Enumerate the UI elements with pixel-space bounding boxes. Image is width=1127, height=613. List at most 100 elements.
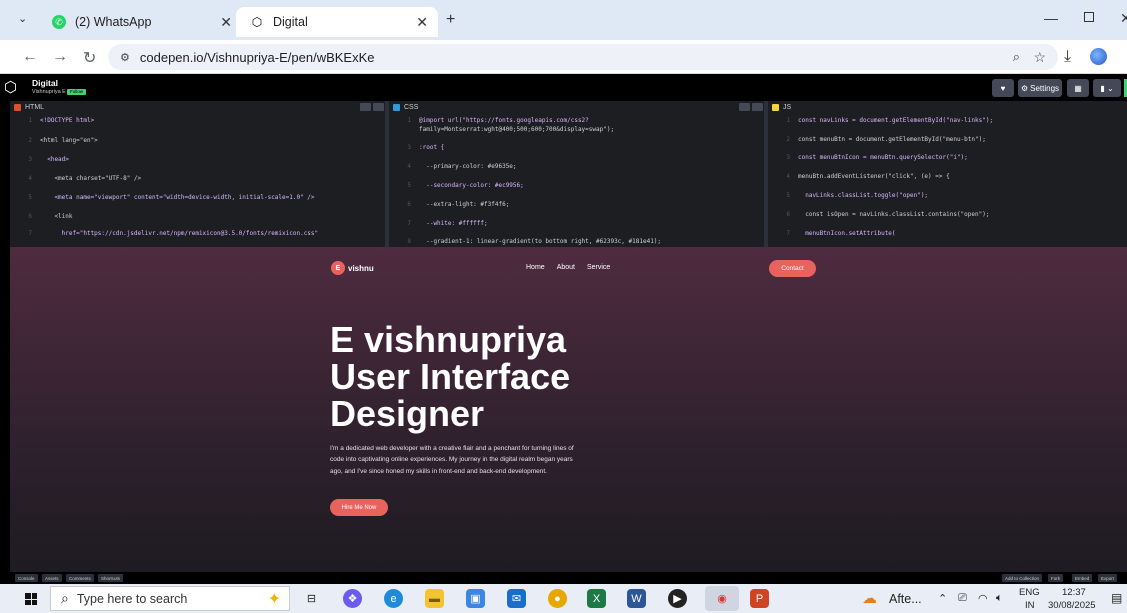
nav-service[interactable]: Service — [587, 264, 610, 271]
minimize-icon[interactable]: — — [1044, 10, 1058, 26]
close-window-icon[interactable]: ✕ — [1120, 10, 1127, 27]
export-button[interactable]: Export — [1098, 574, 1118, 582]
search-placeholder: Type here to search — [76, 591, 188, 606]
embed-button[interactable]: Embed — [1072, 574, 1093, 582]
code-line: 6 <link — [10, 213, 73, 220]
line-number: 4 — [786, 173, 790, 180]
whatsapp-icon: ✆ — [52, 15, 66, 29]
zoom-icon[interactable]: ⌕ — [1013, 49, 1020, 65]
js-pane-title: JS — [783, 103, 792, 111]
powerpoint-icon[interactable]: P — [750, 589, 769, 608]
code-text: --secondary-color: #ec9956; — [419, 182, 524, 189]
js-pane[interactable]: JS 1 const navLinks = document.getElement… — [768, 101, 1127, 247]
forward-icon[interactable]: → — [52, 48, 68, 66]
comments-button[interactable]: Comments — [66, 574, 94, 582]
heart-button[interactable]: ♥ — [992, 79, 1014, 97]
line-number: 1 — [28, 117, 32, 124]
js-icon — [772, 103, 779, 111]
code-line: 1 @import url("https://fonts.googleapis.c… — [389, 117, 589, 124]
site-logo[interactable]: E vishnu — [331, 261, 374, 275]
chrome-icon[interactable]: ● — [548, 589, 567, 608]
code-text: const navLinks = document.getElementById… — [798, 117, 994, 124]
console-button[interactable]: Console — [15, 574, 38, 582]
tray-device-icon[interactable]: ⎚ — [958, 592, 967, 605]
code-text: const menuBtn = document.getElementById(… — [798, 136, 986, 143]
code-line: 6 const isOpen = navLinks.classList.cont… — [768, 211, 989, 218]
media-player-icon[interactable]: ▶ — [668, 589, 687, 608]
code-text: <link — [40, 213, 73, 220]
weather-icon[interactable]: ☁ — [862, 589, 877, 607]
reload-icon[interactable]: ↻ — [83, 48, 96, 68]
code-text: @import url("https://fonts.googleapis.co… — [419, 117, 589, 124]
store-icon[interactable]: ▣ — [466, 589, 485, 608]
back-icon[interactable]: ← — [22, 48, 38, 66]
line-number: 2 — [28, 137, 32, 144]
windows-start-icon[interactable] — [25, 593, 37, 605]
code-line: 8 --gradient-1: linear-gradient(to botto… — [389, 238, 661, 245]
pane-settings-icon[interactable] — [739, 103, 750, 111]
code-editors: HTML 1 <!DOCTYPE html> 2 <html lang="en"> 3 … — [10, 101, 1127, 247]
logo-text: vishnu — [348, 263, 374, 273]
hero-paragraph: I'm a dedicated web developer with a cre… — [330, 445, 574, 475]
hire-me-button[interactable]: Hire Me Now — [330, 499, 388, 516]
contact-button[interactable]: Contact — [769, 260, 816, 277]
settings-button[interactable]: ⚙ Settings — [1018, 79, 1062, 97]
code-text: --white: #ffffff; — [419, 220, 488, 227]
download-icon[interactable]: ⤓ — [1064, 48, 1071, 66]
weather-text[interactable]: Afte... — [889, 592, 922, 606]
pen-title[interactable]: Digital — [32, 78, 58, 88]
close-tab-icon[interactable]: ✕ — [416, 14, 428, 31]
volume-icon[interactable]: 🔈︎ — [996, 592, 1003, 605]
hero-line-3: Designer — [330, 393, 485, 434]
html-pane[interactable]: HTML 1 <!DOCTYPE html> 2 <html lang="en"> 3 … — [10, 101, 389, 247]
new-tab-button[interactable]: + — [446, 11, 455, 29]
nav-about[interactable]: About — [557, 264, 575, 271]
add-to-collection-button[interactable]: Add to Collection — [1002, 574, 1043, 582]
shortcuts-button[interactable]: Shortcuts — [98, 574, 124, 582]
clock-date[interactable]: 30/08/2025 — [1048, 600, 1096, 611]
language-top[interactable]: ENG — [1019, 587, 1040, 598]
assets-button[interactable]: Assets — [42, 574, 62, 582]
line-number: 6 — [28, 213, 32, 220]
pane-collapse-icon[interactable] — [373, 103, 384, 111]
wifi-icon[interactable]: ◠ — [978, 592, 988, 605]
save-button[interactable]: ▮ ⌄ — [1093, 79, 1121, 97]
task-view-icon[interactable]: ⊟ — [302, 589, 321, 608]
address-bar[interactable]: ⚙ codepen.io/Vishnupriya-E/pen/wBKExKe ⌕… — [108, 44, 1058, 70]
tab-search-button[interactable]: ⌄ — [18, 12, 27, 25]
tab-digital[interactable]: ⬡ Digital ✕ — [236, 7, 438, 37]
layout-button[interactable]: ▦ — [1067, 79, 1089, 97]
follow-badge[interactable]: Follow — [67, 89, 87, 95]
codepen-logo-icon[interactable]: ⬡ — [4, 78, 17, 96]
pane-collapse-icon[interactable] — [752, 103, 763, 111]
line-number: 5 — [407, 182, 411, 189]
mail-icon[interactable]: ✉ — [507, 589, 526, 608]
code-line: 6 --extra-light: #f3f4f6; — [389, 201, 509, 208]
settings-label: Settings — [1030, 83, 1060, 93]
excel-icon[interactable]: X — [587, 589, 606, 608]
tray-chevron-icon[interactable]: ⌃ — [938, 592, 947, 605]
url-text: codepen.io/Vishnupriya-E/pen/wBKExKe — [139, 49, 375, 65]
clock-time[interactable]: 12:37 — [1062, 587, 1086, 598]
close-tab-icon[interactable]: ✕ — [220, 14, 232, 31]
pane-settings-icon[interactable] — [360, 103, 371, 111]
file-explorer-icon[interactable]: ▬ — [425, 589, 444, 608]
word-icon[interactable]: W — [627, 589, 646, 608]
fork-button[interactable]: Fork — [1048, 574, 1063, 582]
pen-author[interactable]: Vishnupriya E — [32, 89, 66, 95]
line-number: 7 — [28, 230, 32, 237]
nav-home[interactable]: Home — [526, 264, 545, 271]
taskbar-search[interactable]: ⌕ Type here to search ✦ — [50, 586, 290, 611]
language-bottom[interactable]: IN — [1025, 600, 1035, 611]
line-number: 5 — [786, 192, 790, 199]
css-pane[interactable]: CSS 1 @import url("https://fonts.googleap… — [389, 101, 768, 247]
notification-icon[interactable]: ▤ — [1111, 591, 1122, 605]
profile-avatar[interactable] — [1090, 48, 1107, 65]
tab-whatsapp[interactable]: ✆ (2) WhatsApp ✕ — [38, 7, 242, 37]
edge-icon[interactable]: e — [384, 589, 403, 608]
copilot-icon[interactable]: ❖ — [343, 589, 362, 608]
restore-icon[interactable] — [1084, 12, 1094, 22]
bookmark-star-icon[interactable]: ☆ — [1033, 49, 1046, 66]
site-info-icon[interactable]: ⚙ — [120, 51, 130, 64]
chrome-active-icon[interactable]: ◉ — [705, 586, 739, 611]
